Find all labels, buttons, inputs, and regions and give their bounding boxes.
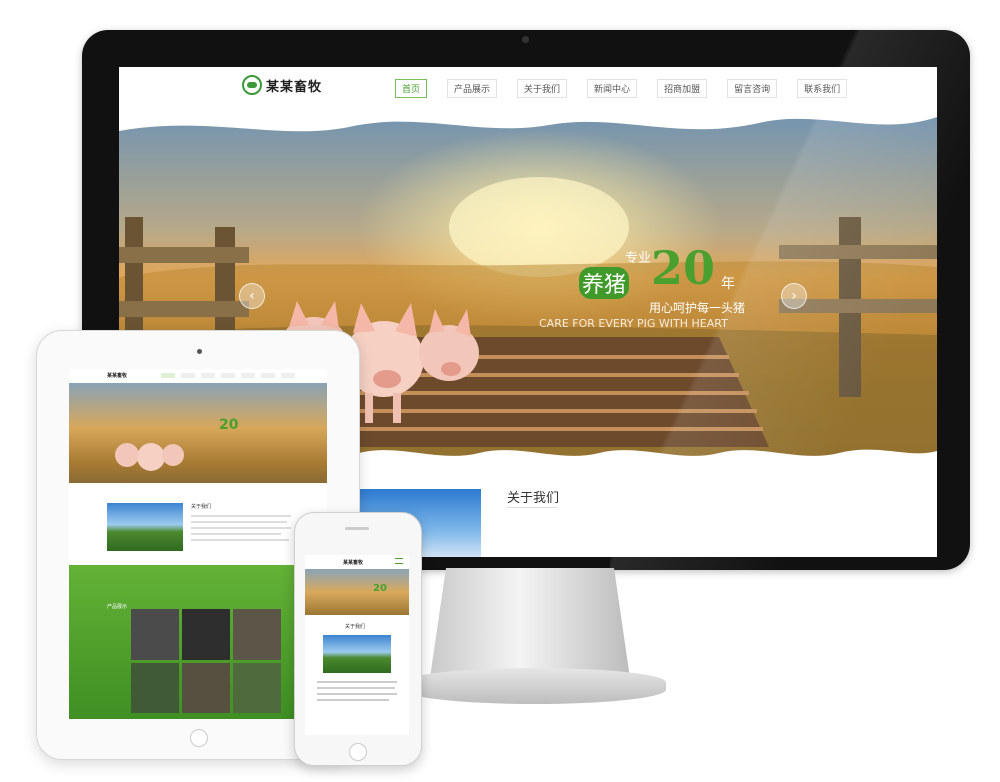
slogan-english: CARE FOR EVERY PIG WITH HEART xyxy=(539,317,728,330)
tablet-products-label: 产品展示 xyxy=(107,604,128,610)
text-line xyxy=(191,533,281,535)
text-line xyxy=(317,693,397,695)
phone-hero xyxy=(305,569,409,615)
nav-item-about[interactable]: 关于我们 xyxy=(517,79,568,98)
nav-item-products[interactable]: 产品展示 xyxy=(447,79,498,98)
nav-item-franchise[interactable]: 招商加盟 xyxy=(657,79,708,98)
phone-about-title: 关于我们 xyxy=(345,624,366,630)
phone-speaker xyxy=(345,527,369,530)
slogan-pre: 专业 xyxy=(625,251,652,266)
product-thumb[interactable] xyxy=(131,662,179,713)
product-thumb[interactable] xyxy=(233,662,281,713)
slogan-main: 养猪 xyxy=(579,267,630,299)
tablet-nav-item[interactable] xyxy=(201,373,215,378)
tablet-nav-item[interactable] xyxy=(181,373,195,378)
phone-home-button[interactable] xyxy=(349,743,367,761)
slogan-number: 20 xyxy=(651,241,716,295)
tablet-nav-item[interactable] xyxy=(281,373,295,378)
tablet-logo: 某某畜牧 xyxy=(107,373,128,379)
phone-hero-number: 20 xyxy=(373,583,387,594)
nav-item-contact[interactable]: 联系我们 xyxy=(797,79,848,98)
site-header: 某某畜牧 首页 产品展示 关于我们 新闻中心 招商加盟 留言咨询 联系我们 xyxy=(119,67,937,107)
product-thumb[interactable] xyxy=(131,609,179,660)
text-line xyxy=(317,687,395,689)
monitor-stand xyxy=(430,568,630,678)
slogan-suffix: 年 xyxy=(721,276,735,292)
camera-dot xyxy=(522,36,529,43)
phone-logo: 某某畜牧 xyxy=(343,560,364,566)
phone-device: 某某畜牧 20 关于我们 xyxy=(294,512,422,766)
tablet-nav-item[interactable] xyxy=(241,373,255,378)
product-thumb[interactable] xyxy=(233,609,281,660)
about-divider xyxy=(507,507,557,508)
phone-screen: 某某畜牧 20 关于我们 xyxy=(305,555,409,735)
text-line xyxy=(191,527,291,529)
text-line xyxy=(317,681,397,683)
tablet-about-image xyxy=(107,503,183,551)
product-thumb[interactable] xyxy=(182,609,230,660)
tablet-nav-item[interactable] xyxy=(161,373,175,378)
pig-3 xyxy=(419,309,479,381)
tablet-product-grid xyxy=(131,609,281,713)
nav-item-message[interactable]: 留言咨询 xyxy=(727,79,778,98)
text-line xyxy=(191,515,291,517)
site-logo[interactable]: 某某畜牧 xyxy=(242,73,322,97)
about-title: 关于我们 xyxy=(507,491,560,506)
menu-icon[interactable] xyxy=(395,558,403,564)
product-thumb[interactable] xyxy=(182,662,230,713)
text-line xyxy=(191,521,287,523)
tablet-home-button[interactable] xyxy=(190,729,208,747)
tablet-pigs xyxy=(115,443,184,471)
pig-logo-icon xyxy=(242,75,262,95)
tablet-hero-number: 20 xyxy=(219,417,239,433)
chevron-left-icon[interactable]: ‹ xyxy=(239,283,265,309)
text-line xyxy=(317,699,389,701)
logo-text: 某某畜牧 xyxy=(266,79,323,95)
phone-about-image xyxy=(323,635,391,673)
nav-item-home[interactable]: 首页 xyxy=(395,79,428,98)
nav-item-news[interactable]: 新闻中心 xyxy=(587,79,638,98)
tablet-about-title: 关于我们 xyxy=(191,504,212,510)
tablet-camera xyxy=(197,349,202,354)
monitor-base xyxy=(404,668,666,704)
tablet-nav-item[interactable] xyxy=(221,373,235,378)
tablet-header: 某某畜牧 xyxy=(69,369,327,383)
hero-slogan: 专业 养猪 20 年 用心呵护每一头猪 CARE FOR EVERY PIG W… xyxy=(539,231,819,351)
tablet-hero xyxy=(69,383,327,483)
tablet-screen: 某某畜牧 20 关于我们 产品展示 xyxy=(69,369,327,719)
tablet-nav-item[interactable] xyxy=(261,373,275,378)
main-nav: 首页 产品展示 关于我们 新闻中心 招商加盟 留言咨询 联系我们 xyxy=(395,79,848,98)
slogan-subtitle: 用心呵护每一头猪 xyxy=(649,301,746,315)
text-line xyxy=(191,539,289,541)
